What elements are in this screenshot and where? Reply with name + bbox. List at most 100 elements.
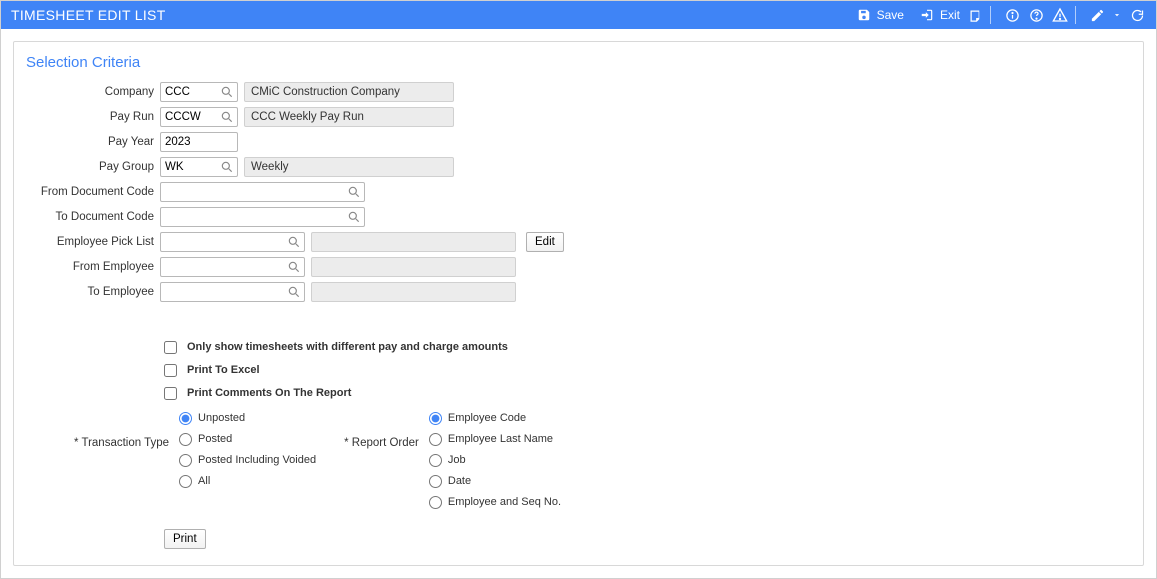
pay-year-label: Pay Year: [26, 136, 160, 148]
exit-icon: [918, 6, 936, 24]
report-order-radio[interactable]: [429, 475, 442, 488]
search-icon[interactable]: [287, 285, 301, 299]
transaction-type-option-label: Posted: [198, 433, 232, 445]
transaction-type-option-label: Unposted: [198, 412, 245, 424]
help-icon[interactable]: [1027, 6, 1045, 24]
transaction-type-option[interactable]: Posted: [179, 430, 316, 448]
report-order-label: * Report Order: [344, 409, 419, 449]
save-button[interactable]: Save: [849, 6, 904, 24]
from-emp-field[interactable]: [160, 257, 305, 277]
checkbox-diff-amounts-input[interactable]: [164, 341, 177, 354]
from-emp-desc: [311, 257, 516, 277]
checkbox-print-comments[interactable]: Print Comments On The Report: [164, 383, 1131, 403]
edit-button[interactable]: Edit: [526, 232, 564, 252]
from-doc-label: From Document Code: [26, 186, 160, 198]
checkbox-print-comments-input[interactable]: [164, 387, 177, 400]
report-order-radio[interactable]: [429, 433, 442, 446]
checkbox-diff-amounts[interactable]: Only show timesheets with different pay …: [164, 337, 1131, 357]
divider: [1075, 6, 1076, 24]
dropdown-icon[interactable]: [1112, 6, 1122, 24]
report-order-option-label: Employee and Seq No.: [448, 496, 561, 508]
transaction-type-option[interactable]: Unposted: [179, 409, 316, 427]
report-order-option-label: Employee Code: [448, 412, 526, 424]
transaction-type-label: * Transaction Type: [74, 409, 169, 449]
search-icon[interactable]: [220, 160, 234, 174]
report-order-group: Employee Code Employee Last Name Job Date Em…: [419, 409, 561, 511]
info-icon[interactable]: [1003, 6, 1021, 24]
checkbox-diff-amounts-label: Only show timesheets with different pay …: [187, 341, 508, 353]
save-icon: [855, 6, 873, 24]
report-order-option[interactable]: Job: [429, 451, 561, 469]
checkbox-print-excel-label: Print To Excel: [187, 364, 260, 376]
report-order-option-label: Date: [448, 475, 471, 487]
report-order-option[interactable]: Employee Last Name: [429, 430, 561, 448]
transaction-type-radio[interactable]: [179, 412, 192, 425]
search-icon[interactable]: [220, 110, 234, 124]
to-doc-field[interactable]: [160, 207, 365, 227]
to-emp-field[interactable]: [160, 282, 305, 302]
report-order-radio[interactable]: [429, 454, 442, 467]
notes-icon[interactable]: [966, 6, 984, 24]
window-title: TIMESHEET EDIT LIST: [11, 7, 166, 23]
emp-pick-label: Employee Pick List: [26, 236, 160, 248]
transaction-type-option-label: All: [198, 475, 210, 487]
transaction-type-radio[interactable]: [179, 475, 192, 488]
pay-run-field[interactable]: [160, 107, 238, 127]
company-label: Company: [26, 86, 160, 98]
transaction-type-radio[interactable]: [179, 454, 192, 467]
pay-group-input[interactable]: [161, 158, 219, 176]
to-emp-input[interactable]: [161, 283, 286, 301]
pay-run-desc: CCC Weekly Pay Run: [244, 107, 454, 127]
report-order-option-label: Employee Last Name: [448, 433, 553, 445]
report-order-option[interactable]: Employee and Seq No.: [429, 493, 561, 511]
report-order-option-label: Job: [448, 454, 466, 466]
to-emp-desc: [311, 282, 516, 302]
from-emp-label: From Employee: [26, 261, 160, 273]
to-doc-label: To Document Code: [26, 211, 160, 223]
transaction-type-option[interactable]: Posted Including Voided: [179, 451, 316, 469]
checkbox-print-excel[interactable]: Print To Excel: [164, 360, 1131, 380]
checkbox-print-comments-label: Print Comments On The Report: [187, 387, 351, 399]
section-title: Selection Criteria: [26, 54, 1131, 71]
exit-label: Exit: [940, 8, 960, 22]
pay-year-input[interactable]: [161, 133, 233, 151]
window: TIMESHEET EDIT LIST Save Exit: [0, 0, 1157, 579]
search-icon[interactable]: [347, 185, 361, 199]
report-order-option[interactable]: Date: [429, 472, 561, 490]
print-button[interactable]: Print: [164, 529, 206, 549]
from-emp-input[interactable]: [161, 258, 286, 276]
to-doc-input[interactable]: [161, 208, 346, 226]
checkbox-print-excel-input[interactable]: [164, 364, 177, 377]
selection-criteria-panel: Selection Criteria Company CMiC Construc…: [13, 41, 1144, 566]
alert-icon[interactable]: [1051, 6, 1069, 24]
from-doc-field[interactable]: [160, 182, 365, 202]
pay-group-field[interactable]: [160, 157, 238, 177]
pay-group-label: Pay Group: [26, 161, 160, 173]
transaction-type-option-label: Posted Including Voided: [198, 454, 316, 466]
exit-button[interactable]: Exit: [912, 6, 960, 24]
transaction-type-option[interactable]: All: [179, 472, 316, 490]
emp-pick-field[interactable]: [160, 232, 305, 252]
pay-year-field[interactable]: [160, 132, 238, 152]
pay-run-input[interactable]: [161, 108, 219, 126]
emp-pick-input[interactable]: [161, 233, 286, 251]
pay-group-desc: Weekly: [244, 157, 454, 177]
divider: [990, 6, 991, 24]
report-order-option[interactable]: Employee Code: [429, 409, 561, 427]
edit-icon[interactable]: [1088, 6, 1106, 24]
content: Selection Criteria Company CMiC Construc…: [1, 29, 1156, 578]
report-order-radio[interactable]: [429, 412, 442, 425]
search-icon[interactable]: [287, 235, 301, 249]
transaction-type-group: Unposted Posted Posted Including Voided All: [169, 409, 316, 490]
company-input[interactable]: [161, 83, 219, 101]
search-icon[interactable]: [347, 210, 361, 224]
report-order-radio[interactable]: [429, 496, 442, 509]
search-icon[interactable]: [220, 85, 234, 99]
refresh-icon[interactable]: [1128, 6, 1146, 24]
from-doc-input[interactable]: [161, 183, 346, 201]
transaction-type-radio[interactable]: [179, 433, 192, 446]
to-emp-label: To Employee: [26, 286, 160, 298]
pay-run-label: Pay Run: [26, 111, 160, 123]
search-icon[interactable]: [287, 260, 301, 274]
company-field[interactable]: [160, 82, 238, 102]
